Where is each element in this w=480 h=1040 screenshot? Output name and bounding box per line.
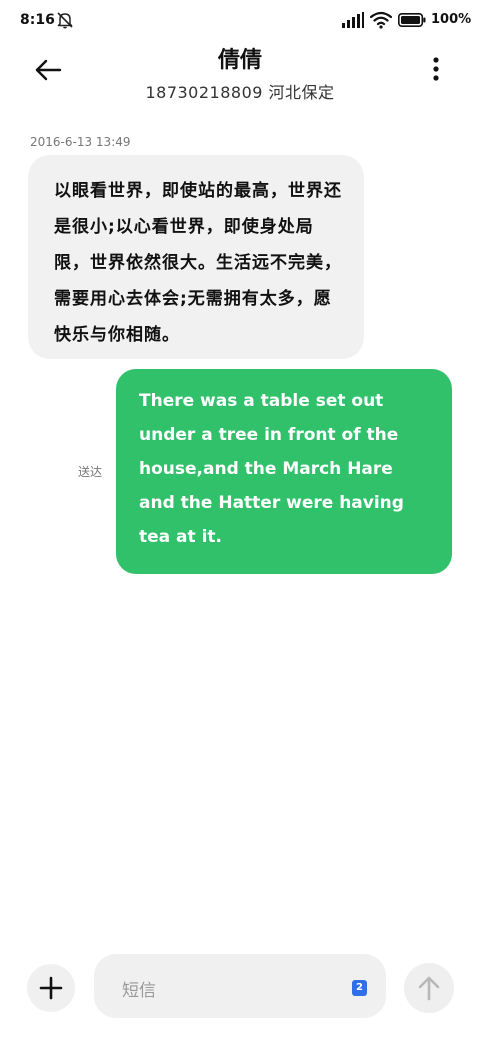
arrow-up-icon (418, 976, 440, 1001)
battery-icon (398, 13, 426, 27)
incoming-message-bubble[interactable]: 以眼看世界，即使站的最高，世界还是很小;以心看世界，即使身处局限，世界依然很大。… (28, 155, 364, 359)
add-attachment-button[interactable] (27, 964, 75, 1012)
outgoing-message-text: There was a table set out under a tree i… (139, 391, 404, 547)
outgoing-message-bubble[interactable]: There was a table set out under a tree i… (116, 369, 452, 574)
plus-icon (39, 976, 63, 1000)
contact-name: 倩倩 (217, 48, 262, 73)
delivery-status: 送达 (78, 465, 103, 479)
contact-phone-location: 18730218809 河北保定 (145, 83, 335, 102)
sms-conversation-screen: 8:16 100% 倩倩 18730218809 河北保定 2016-6-13 … (0, 0, 480, 1040)
message-timestamp: 2016-6-13 13:49 (30, 135, 131, 149)
status-bar: 8:16 100% (0, 0, 480, 40)
bell-off-icon (57, 12, 73, 29)
incoming-message-text: 以眼看世界，即使站的最高，世界还是很小;以心看世界，即使身处局限，世界依然很大。… (54, 181, 342, 345)
message-input-placeholder: 短信 (122, 981, 156, 1001)
message-input[interactable]: 短信 2 (94, 954, 386, 1018)
battery-percentage: 100% (431, 12, 472, 27)
send-button[interactable] (404, 963, 454, 1013)
sim-card-icon[interactable]: 2 (352, 980, 367, 996)
wifi-icon (370, 11, 392, 29)
more-vertical-icon[interactable] (422, 54, 450, 84)
status-time: 8:16 (20, 12, 55, 28)
signal-icon (342, 12, 364, 28)
